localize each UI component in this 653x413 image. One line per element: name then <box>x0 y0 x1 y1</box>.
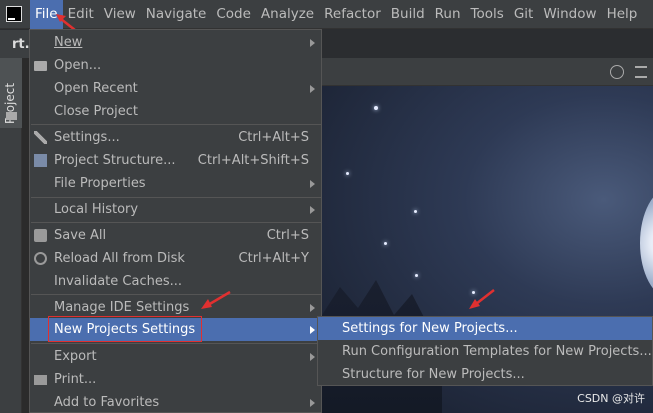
file-menu-invalidate-caches[interactable]: Invalidate Caches... <box>30 270 321 293</box>
file-menu-file-properties[interactable]: File Properties <box>30 172 321 195</box>
menu-separator <box>31 124 322 125</box>
locate-icon[interactable] <box>610 65 624 79</box>
menu-item-label: Add to Favorites <box>54 395 160 410</box>
menu-item-label: Open... <box>54 58 102 73</box>
menu-bar: File Edit View Navigate Code Analyze Ref… <box>0 0 653 29</box>
menu-navigate[interactable]: Navigate <box>141 0 212 29</box>
reload-icon <box>34 252 47 265</box>
intellij-logo-icon <box>6 6 22 22</box>
annotation-arrow-settings-new-projects <box>469 289 495 309</box>
menu-code[interactable]: Code <box>211 0 256 29</box>
file-menu-new[interactable]: New <box>30 31 321 54</box>
watermark: CSDN @对许 <box>577 392 645 405</box>
annotation-arrow-new-projects <box>201 290 231 309</box>
menu-item-label: Open Recent <box>54 81 138 96</box>
new-projects-settings-submenu: Settings for New Projects... Run Configu… <box>317 316 653 386</box>
project-folder-icon <box>6 112 17 120</box>
menu-git[interactable]: Git <box>509 0 539 29</box>
menu-item-label: Print... <box>54 372 97 387</box>
menu-item-label: Settings... <box>54 130 120 145</box>
file-menu-print[interactable]: Print... <box>30 368 321 391</box>
menu-tools[interactable]: Tools <box>466 0 509 29</box>
menu-build[interactable]: Build <box>386 0 430 29</box>
menu-separator <box>31 294 322 295</box>
submenu-arrow-icon <box>310 326 315 334</box>
file-menu-export[interactable]: Export <box>30 345 321 368</box>
menu-item-label: New <box>54 35 83 50</box>
menu-item-label: Export <box>54 349 97 364</box>
annotation-highlight-box <box>48 316 202 342</box>
menu-item-shortcut: Ctrl+S <box>266 228 309 243</box>
submenu-arrow-icon <box>310 353 315 361</box>
menu-item-label: File Properties <box>54 176 146 191</box>
menu-item-label: Close Project <box>54 104 139 119</box>
menu-window[interactable]: Window <box>538 0 601 29</box>
menu-item-label: Settings for New Projects... <box>342 321 518 336</box>
menu-item-label: Reload All from Disk <box>54 251 185 266</box>
submenu-arrow-icon <box>310 39 315 47</box>
file-menu-save-all[interactable]: Save All Ctrl+S <box>30 224 321 247</box>
menu-item-label: Local History <box>54 202 139 217</box>
menu-item-label: Project Structure... <box>54 153 176 168</box>
folder-icon <box>34 61 47 71</box>
submenu-arrow-icon <box>310 85 315 93</box>
file-menu-open-recent[interactable]: Open Recent <box>30 77 321 100</box>
submenu-arrow-icon <box>310 180 315 188</box>
menu-view[interactable]: View <box>99 0 141 29</box>
save-icon <box>34 229 47 242</box>
menu-item-label: Structure for New Projects... <box>342 367 525 382</box>
menu-refactor[interactable]: Refactor <box>319 0 386 29</box>
menu-run[interactable]: Run <box>430 0 466 29</box>
file-menu-open[interactable]: Open... <box>30 54 321 77</box>
submenu-settings-for-new-projects[interactable]: Settings for New Projects... <box>318 317 652 340</box>
submenu-structure-for-new-projects[interactable]: Structure for New Projects... <box>318 363 652 386</box>
editor-toolbar <box>322 58 653 86</box>
menu-separator <box>31 343 322 344</box>
file-menu-settings[interactable]: Settings... Ctrl+Alt+S <box>30 126 321 149</box>
menu-item-label: Save All <box>54 228 107 243</box>
menu-item-label: Run Configuration Templates for New Proj… <box>342 344 652 359</box>
star-decoration <box>384 242 387 245</box>
menu-item-shortcut: Ctrl+Alt+Shift+S <box>197 153 309 168</box>
star-decoration <box>414 210 417 213</box>
file-menu-dropdown: New Open... Open Recent Close Project Se… <box>29 29 322 413</box>
menu-item-shortcut: Ctrl+Alt+Y <box>238 251 309 266</box>
submenu-run-config-templates[interactable]: Run Configuration Templates for New Proj… <box>318 340 652 363</box>
star-decoration <box>346 172 349 175</box>
submenu-arrow-icon <box>310 206 315 214</box>
file-menu-project-structure[interactable]: Project Structure... Ctrl+Alt+Shift+S <box>30 149 321 172</box>
file-menu-close-project[interactable]: Close Project <box>30 100 321 123</box>
project-structure-icon <box>34 154 47 167</box>
print-icon <box>34 375 47 385</box>
file-menu-local-history[interactable]: Local History <box>30 198 321 221</box>
left-tool-sidebar: Project <box>0 58 22 413</box>
menu-item-label: Invalidate Caches... <box>54 274 183 289</box>
menu-separator <box>31 222 322 223</box>
moon-decoration <box>640 188 653 298</box>
star-decoration <box>374 106 378 110</box>
menu-analyze[interactable]: Analyze <box>256 0 319 29</box>
collapse-all-icon[interactable] <box>635 66 647 78</box>
menu-item-shortcut: Ctrl+Alt+S <box>238 130 309 145</box>
star-decoration <box>415 274 418 277</box>
submenu-arrow-icon <box>310 399 315 407</box>
file-menu-add-to-favorites[interactable]: Add to Favorites <box>30 391 321 413</box>
wrench-icon <box>34 131 47 144</box>
menu-help[interactable]: Help <box>602 0 643 29</box>
submenu-arrow-icon <box>310 304 315 312</box>
file-menu-reload-all[interactable]: Reload All from Disk Ctrl+Alt+Y <box>30 247 321 270</box>
